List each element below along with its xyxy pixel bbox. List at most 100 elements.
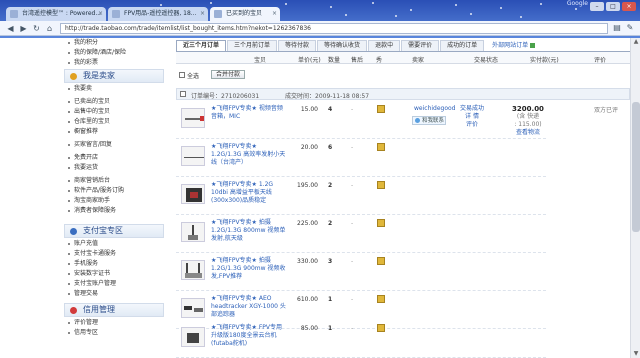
tab-refunding[interactable]: 退款中	[368, 40, 401, 51]
order-checkbox[interactable]	[180, 91, 186, 97]
edit-icon[interactable]	[377, 257, 385, 265]
amount-detail: : 115.00)	[514, 121, 542, 128]
select-all-checkbox[interactable]	[179, 72, 185, 78]
sidebar-link[interactable]: 我要运货	[64, 163, 164, 173]
item-link[interactable]: ★飞翔FPV专卖★ 视频音频音箱，MIC	[211, 105, 286, 121]
sidebar-link[interactable]: 免费开店	[64, 153, 164, 163]
item-link[interactable]: ★飞翔FPV专卖★ 拍摄 1.2G/1.3G 800mw 视频单发射,航天级	[211, 219, 286, 243]
item-thumbnail[interactable]	[181, 327, 205, 347]
sidebar-link[interactable]: 软件产品/服务订购	[64, 186, 164, 196]
column-price: 单价(元)	[298, 57, 321, 64]
maximize-icon[interactable]: □	[606, 2, 620, 11]
column-paid: 实付款(元)	[530, 57, 559, 64]
sidebar-link[interactable]: 手机服务	[64, 259, 164, 269]
item-link[interactable]: ★飞翔FPV专卖★ 1.2G 10dbi 高增益平板天线(300x300)品质稳…	[211, 181, 286, 205]
sidebar-link[interactable]: 评价管理	[64, 318, 164, 328]
scroll-up-icon[interactable]: ▲	[631, 38, 640, 46]
sidebar-link[interactable]: 账户充值	[64, 239, 164, 249]
close-window-icon[interactable]: ×	[622, 2, 636, 11]
sidebar-link[interactable]: 商家营销后台	[64, 176, 164, 186]
item-link[interactable]: ★飞翔FPV专卖★ 拍摄 1.2G/1.3G 900mw 视频收发,FPV推荐	[211, 257, 286, 281]
sidebar-section-seller[interactable]: 我是卖家	[64, 69, 164, 83]
column-rate: 评价	[594, 57, 607, 64]
column-show: 秀	[376, 57, 383, 64]
item-link[interactable]: ★飞翔FPV专卖★ 1.2G/1.3G 高效率发射小天线（台湾产）	[211, 143, 286, 167]
close-tab-icon[interactable]: ×	[272, 7, 277, 21]
sidebar-link[interactable]: 我的积分	[64, 38, 164, 48]
merge-pay-button[interactable]: 合并付款	[211, 70, 246, 79]
sidebar-link[interactable]: 我要卖	[64, 84, 164, 94]
window-controls: – □ ×	[590, 2, 636, 11]
order-header: 订单编号：2710206031 成交时间：2009-11-18 08:57	[176, 88, 630, 100]
browser-tab-3[interactable]: 已买到的宝贝 ×	[210, 7, 280, 21]
item-price: 20.00	[300, 144, 318, 151]
star-decoration	[330, 6, 332, 8]
sidebar-link[interactable]: 管理交易	[64, 289, 164, 299]
sidebar-link[interactable]: 支付宝卡通服务	[64, 249, 164, 259]
status-text[interactable]: 交易成功	[452, 105, 492, 113]
close-tab-icon[interactable]: ×	[200, 7, 205, 21]
page-scrollbar[interactable]: ▲ ▼	[630, 38, 640, 358]
sidebar-link[interactable]: 仓库里的宝贝	[64, 117, 164, 127]
browser-tab-1[interactable]: 台湾遥控模型™ : Powered... ×	[6, 7, 106, 21]
browser-tab-2[interactable]: FPV用品-遥控遥控器, 18... ×	[108, 7, 208, 21]
sidebar-link[interactable]: 消费者保障服务	[64, 206, 164, 216]
item-link[interactable]: ★飞翔FPV专卖★ AEO headtracker XGY-1000 头部追踪器	[211, 295, 286, 319]
sidebar-section-credit[interactable]: 信用管理	[64, 303, 164, 317]
item-link[interactable]: ★飞翔FPV专卖★ FPV专用升级版180度全景云台机 (futaba舵机)	[211, 324, 286, 348]
back-arrow-icon[interactable]: ◀	[6, 24, 15, 33]
item-thumbnail[interactable]	[181, 222, 205, 242]
item-thumbnail[interactable]	[181, 260, 205, 280]
wrench-icon[interactable]: ✎	[625, 23, 635, 33]
sidebar-link[interactable]: 安装数字证书	[64, 269, 164, 279]
sidebar-link[interactable]: 信用专区	[64, 328, 164, 338]
item-thumbnail[interactable]	[181, 146, 205, 166]
close-tab-icon[interactable]: ×	[98, 7, 103, 21]
sidebar-link[interactable]: 橱窗推荐	[64, 127, 164, 137]
address-bar[interactable]: http://trade.taobao.com/trade/itemlist/l…	[60, 23, 608, 34]
star-decoration	[500, 7, 502, 9]
forward-arrow-icon[interactable]: ▶	[19, 24, 28, 33]
tab-awaiting-payment[interactable]: 等待付款	[278, 40, 317, 51]
item-thumbnail[interactable]	[181, 298, 205, 318]
order-status: 交易成功 详 情 评价	[452, 105, 492, 129]
logistics-link[interactable]: 查看物流	[498, 129, 558, 137]
page-menu-icon[interactable]: ▤	[612, 23, 622, 33]
tab-awaiting-receipt[interactable]: 等待确认收货	[317, 40, 368, 51]
tab-older-orders[interactable]: 三个月前订单	[227, 40, 278, 51]
star-decoration	[160, 4, 162, 6]
item-thumbnail[interactable]	[181, 184, 205, 204]
tab-successful[interactable]: 成功的订单	[440, 40, 485, 51]
item-qty: 3	[328, 258, 333, 265]
edit-icon[interactable]	[377, 295, 385, 303]
edit-icon[interactable]	[377, 219, 385, 227]
tab-to-review[interactable]: 需要评价	[401, 40, 440, 51]
item-thumbnail[interactable]	[181, 108, 205, 128]
sidebar-link[interactable]: 我的彩票	[64, 58, 164, 68]
section-title: 信用管理	[83, 305, 115, 314]
minimize-icon[interactable]: –	[590, 2, 604, 11]
edit-icon[interactable]	[377, 181, 385, 189]
edit-icon[interactable]	[377, 324, 385, 332]
tab-external-orders[interactable]: 外部网站订单	[485, 40, 543, 51]
sidebar-link[interactable]: 已卖出的宝贝	[64, 97, 164, 107]
rate-link[interactable]: 评价	[452, 121, 492, 129]
sidebar-link[interactable]: 淘宝商家助手	[64, 196, 164, 206]
item-aftersale: -	[351, 220, 354, 227]
seller-link[interactable]: weichidegood	[414, 105, 456, 112]
scroll-down-icon[interactable]: ▼	[631, 350, 640, 358]
details-link[interactable]: 详 情	[452, 113, 492, 121]
sidebar-link[interactable]: 支付宝账户管理	[64, 279, 164, 289]
edit-icon[interactable]	[377, 143, 385, 151]
sidebar-link[interactable]: 我的保障/酒店/保险	[64, 48, 164, 58]
sidebar-section-alipay[interactable]: 支付宝专区	[64, 224, 164, 238]
contact-seller-button[interactable]: 和我联系	[412, 116, 446, 125]
reload-icon[interactable]: ↻	[32, 24, 41, 33]
home-icon[interactable]: ⌂	[45, 24, 54, 33]
scrollbar-thumb[interactable]	[632, 102, 640, 232]
edit-icon[interactable]	[377, 105, 385, 113]
tab-recent-orders[interactable]: 近三个月订单	[176, 40, 227, 51]
order-item: ★飞翔FPV专卖★ 1.2G/1.3G 高效率发射小天线（台湾产） 20.00 …	[176, 139, 546, 177]
sidebar-link[interactable]: 出售中的宝贝	[64, 107, 164, 117]
sidebar-link[interactable]: 买家留言/回复	[64, 140, 164, 150]
